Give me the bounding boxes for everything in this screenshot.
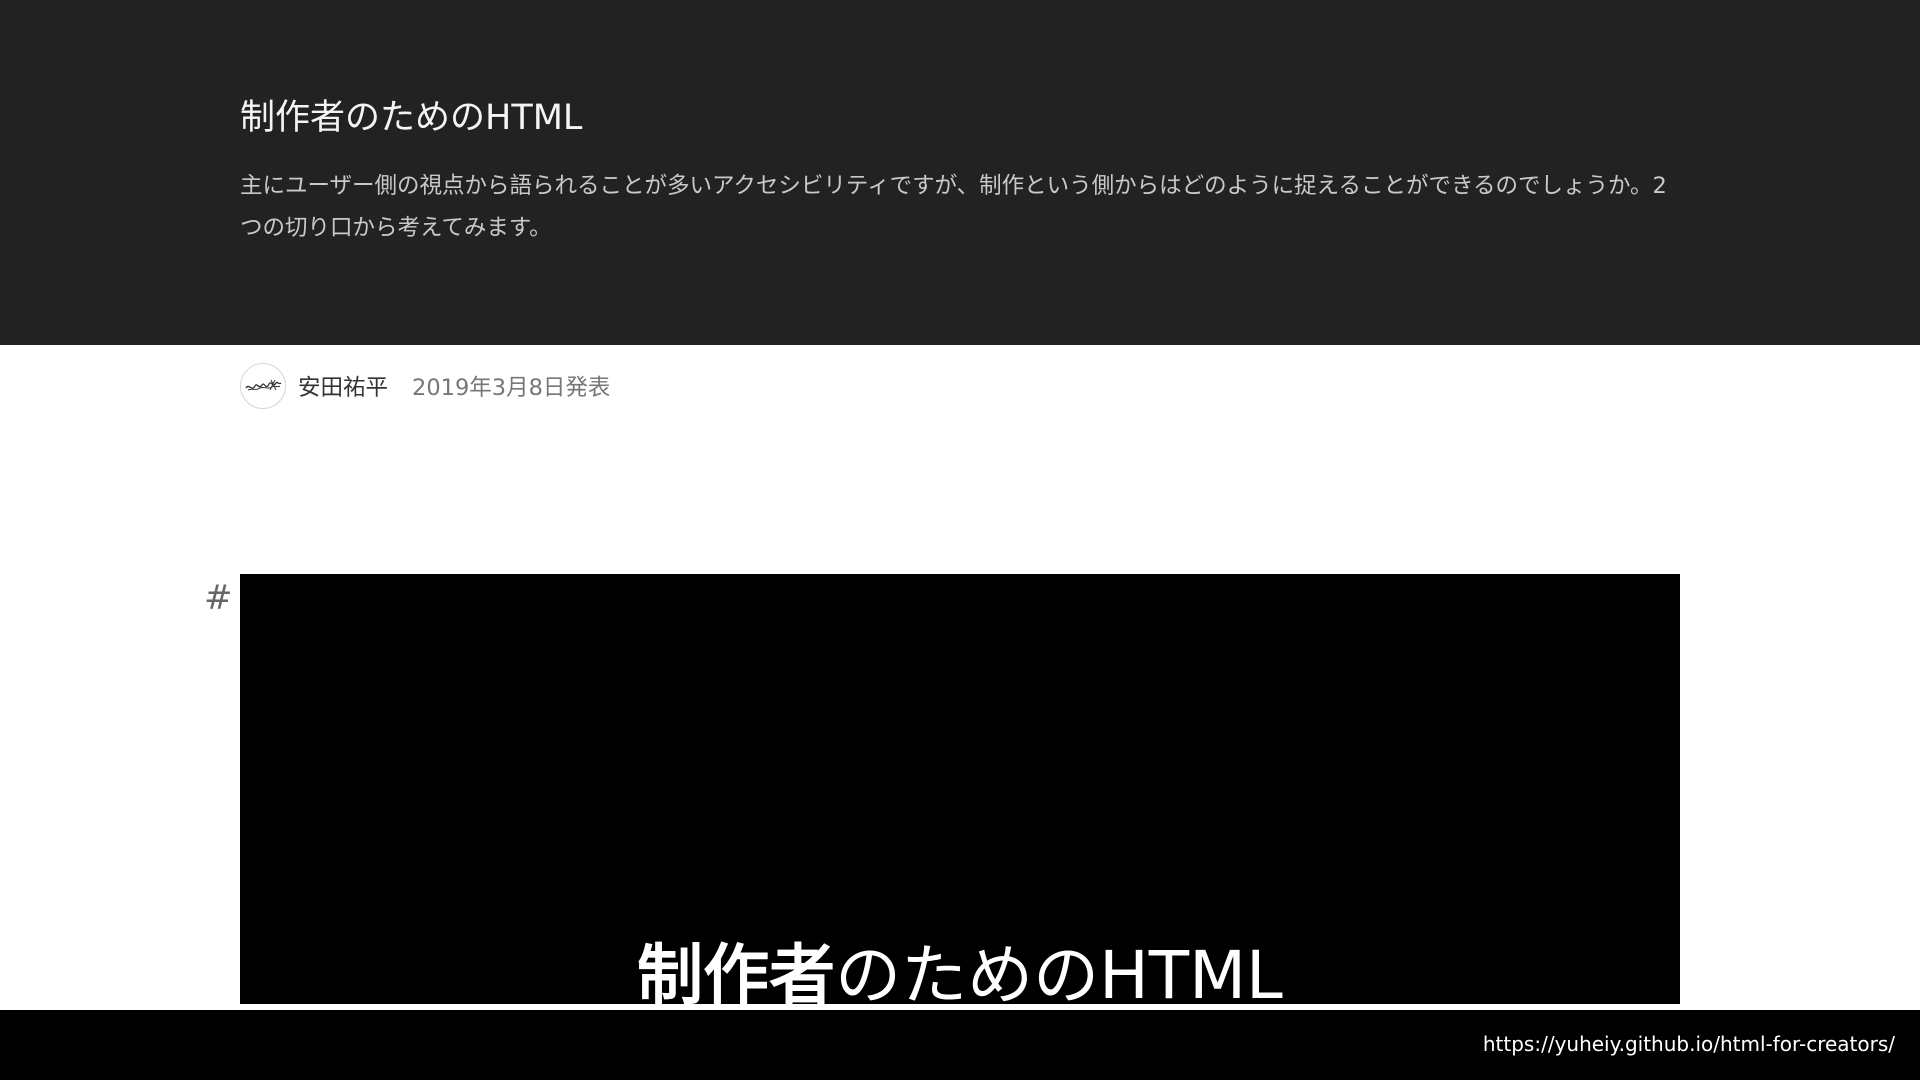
slide-title: 制作者のためのHTML — [240, 936, 1680, 1004]
byline: 安田祐平 2019年3月8日発表 — [240, 362, 610, 410]
page-description: 主にユーザー側の視点から語られることが多いアクセシビリティですが、制作という側か… — [240, 173, 1667, 241]
hero-header: 制作者のためのHTML 主にユーザー側の視点から語られることが多いアクセシビリテ… — [0, 0, 1920, 345]
page: 制作者のためのHTML 主にユーザー側の視点から語られることが多いアクセシビリテ… — [0, 0, 1920, 1080]
page-title: 制作者のためのHTML — [240, 98, 583, 138]
publish-date: 2019年3月8日発表 — [412, 375, 611, 401]
author-name[interactable]: 安田祐平 — [298, 370, 388, 402]
footer-url: https://yuheiy.github.io/html-for-creato… — [1482, 1032, 1895, 1056]
slide-title-rest: のためのHTML — [835, 937, 1283, 1004]
slide-title-strong: 制作者 — [637, 937, 836, 1004]
section-anchor-link[interactable]: # — [204, 578, 233, 618]
signature-avatar-icon — [245, 379, 282, 391]
slide-preview[interactable]: 制作者のためのHTML — [240, 574, 1680, 1004]
footer-bar: https://yuheiy.github.io/html-for-creato… — [0, 1010, 1920, 1080]
author-avatar[interactable] — [240, 363, 286, 409]
